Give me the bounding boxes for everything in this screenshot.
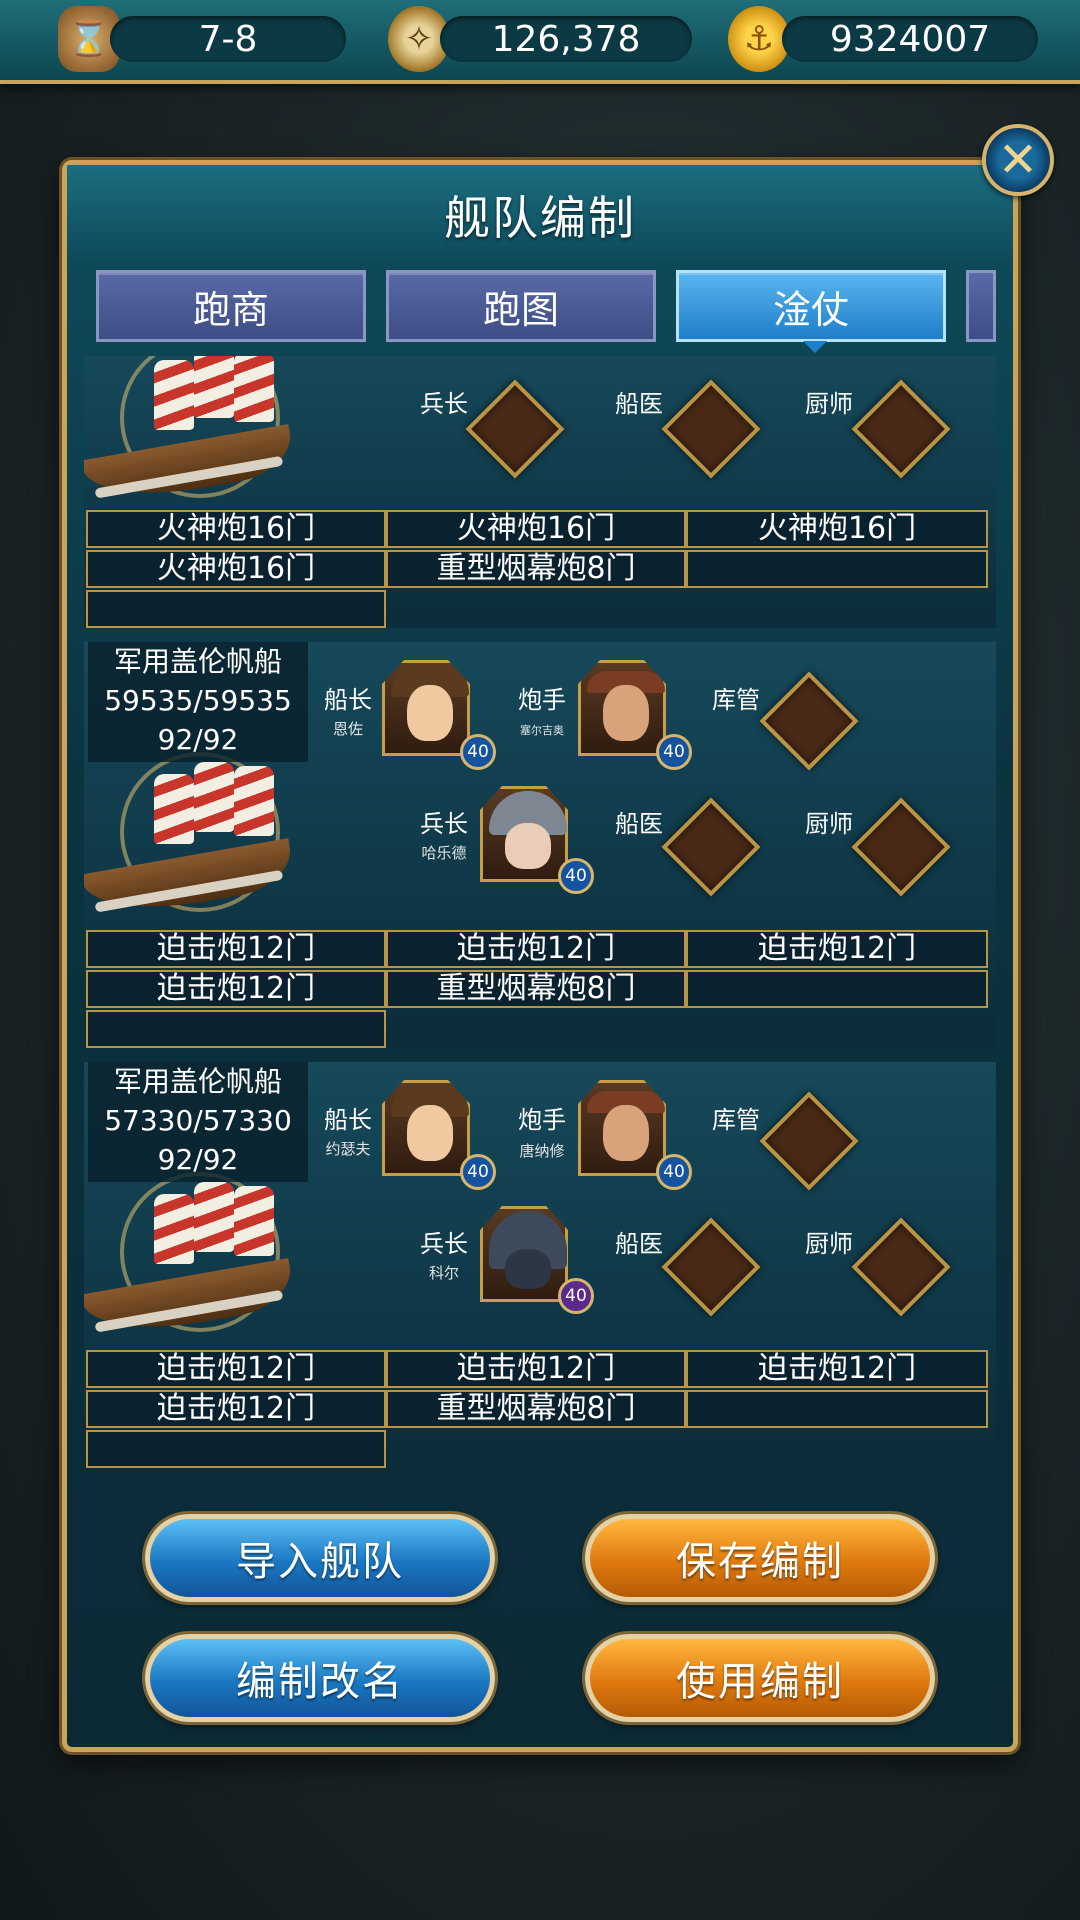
import-fleet-button[interactable]: 导入舰队 bbox=[145, 1514, 495, 1602]
level-badge: 40 bbox=[460, 1154, 496, 1190]
soldier-portrait[interactable] bbox=[480, 786, 568, 882]
ship-crew: 92/92 bbox=[157, 1143, 239, 1176]
cannon-slot[interactable]: 迫击炮12门 bbox=[686, 1350, 988, 1388]
level-badge: 40 bbox=[460, 734, 496, 770]
officer-name: 唐纳修 bbox=[519, 1142, 565, 1160]
cannon-slot[interactable] bbox=[86, 1430, 386, 1468]
tab-battle[interactable]: 淦仗 bbox=[676, 270, 946, 353]
level-badge: 40 bbox=[558, 858, 594, 894]
exploration-value: 126,378 bbox=[491, 18, 641, 60]
officer-name: 哈乐德 bbox=[421, 844, 467, 862]
rename-formation-button[interactable]: 编制改名 bbox=[145, 1634, 495, 1722]
resource-bar: ⌛ 7-8 ✧ 126,378 ⚓ 9324007 bbox=[0, 0, 1080, 84]
dialog-title: 舰队编制 bbox=[67, 165, 1013, 265]
tab-trade[interactable]: 跑商 bbox=[96, 270, 366, 342]
role-label-cook: 厨师 bbox=[805, 810, 853, 838]
gold-display: 9324007 bbox=[782, 16, 1038, 62]
gunner-portrait[interactable] bbox=[578, 660, 666, 756]
role-label-cook: 厨师 bbox=[805, 390, 853, 418]
ship-hp: 57330/57330 bbox=[104, 1104, 292, 1137]
level-badge: 40 bbox=[656, 734, 692, 770]
cannon-slot[interactable]: 重型烟幕炮8门 bbox=[386, 970, 686, 1008]
role-label-cook: 厨师 bbox=[805, 1230, 853, 1258]
cannon-slot[interactable] bbox=[686, 1390, 988, 1428]
cannon-slot[interactable] bbox=[686, 970, 988, 1008]
cannon-slot[interactable]: 迫击炮12门 bbox=[86, 1390, 386, 1428]
role-label-doctor: 船医 bbox=[615, 390, 663, 418]
cannon-slot[interactable]: 迫击炮12门 bbox=[386, 1350, 686, 1388]
cannon-slot[interactable]: 迫击炮12门 bbox=[86, 930, 386, 968]
cannon-slot[interactable] bbox=[86, 1010, 386, 1048]
role-label-gunner: 炮手 bbox=[518, 686, 566, 714]
cannon-slot[interactable]: 火神炮16门 bbox=[686, 510, 988, 548]
ship-info: 军用盖伦帆船 59535/59535 92/92 bbox=[88, 642, 308, 762]
cannon-slot[interactable]: 火神炮16门 bbox=[386, 510, 686, 548]
gunner-portrait[interactable] bbox=[578, 1080, 666, 1176]
cannon-slot[interactable] bbox=[686, 550, 988, 588]
gold-coin-icon: ⚓ bbox=[728, 6, 790, 72]
role-label-captain: 船长 bbox=[324, 686, 372, 714]
cannon-slot[interactable]: 迫击炮12门 bbox=[686, 930, 988, 968]
role-label-gunner: 炮手 bbox=[518, 1106, 566, 1134]
ship-card[interactable]: 兵长 船医 厨师 火神炮16门 火神炮16门 火神炮16门 火神炮16门 重型烟… bbox=[84, 356, 996, 628]
cannon-slot[interactable]: 火神炮16门 bbox=[86, 550, 386, 588]
exploration-display: 126,378 bbox=[440, 16, 692, 62]
save-formation-button[interactable]: 保存编制 bbox=[585, 1514, 935, 1602]
officer-name: 塞尔吉奥 bbox=[520, 724, 564, 737]
role-label-soldier: 兵长 bbox=[420, 1230, 468, 1258]
officer-name: 约瑟夫 bbox=[325, 1140, 371, 1158]
captain-portrait[interactable] bbox=[382, 660, 470, 756]
ship-info: 军用盖伦帆船 57330/57330 92/92 bbox=[88, 1062, 308, 1182]
close-x-icon: ✕ bbox=[997, 132, 1039, 188]
stage-display: 7-8 bbox=[110, 16, 346, 62]
ship-crew: 92/92 bbox=[157, 723, 239, 756]
ship-name: 军用盖伦帆船 bbox=[113, 1065, 282, 1098]
cannon-slot[interactable] bbox=[86, 590, 386, 628]
cannon-slot[interactable]: 火神炮16门 bbox=[86, 510, 386, 548]
ship-name: 军用盖伦帆船 bbox=[113, 645, 282, 678]
role-label-storekeeper: 库管 bbox=[712, 1106, 760, 1134]
cannon-slot[interactable]: 迫击炮12门 bbox=[86, 1350, 386, 1388]
fleet-list[interactable]: 兵长 船医 厨师 火神炮16门 火神炮16门 火神炮16门 火神炮16门 重型烟… bbox=[84, 356, 996, 1478]
close-button[interactable]: ✕ bbox=[982, 124, 1054, 196]
tab-explore[interactable]: 跑图 bbox=[386, 270, 656, 342]
role-label-storekeeper: 库管 bbox=[712, 686, 760, 714]
soldier-portrait[interactable] bbox=[480, 1206, 568, 1302]
role-label-soldier: 兵长 bbox=[420, 390, 468, 418]
officer-name: 科尔 bbox=[428, 1264, 459, 1282]
ship-card[interactable]: 军用盖伦帆船 57330/57330 92/92 船长 约瑟夫 40 炮手 唐纳… bbox=[84, 1062, 996, 1468]
officer-name: 恩佐 bbox=[332, 720, 363, 738]
role-label-soldier: 兵长 bbox=[420, 810, 468, 838]
use-formation-button[interactable]: 使用编制 bbox=[585, 1634, 935, 1722]
formation-tabs: 跑商 跑图 淦仗 bbox=[96, 270, 996, 353]
role-label-captain: 船长 bbox=[324, 1106, 372, 1134]
role-label-doctor: 船医 bbox=[615, 1230, 663, 1258]
role-label-doctor: 船医 bbox=[615, 810, 663, 838]
cannon-slot[interactable]: 迫击炮12门 bbox=[86, 970, 386, 1008]
captain-portrait[interactable] bbox=[382, 1080, 470, 1176]
ship-image bbox=[84, 356, 304, 508]
level-badge: 40 bbox=[656, 1154, 692, 1190]
cannon-slot[interactable]: 重型烟幕炮8门 bbox=[386, 550, 686, 588]
ship-image bbox=[84, 752, 304, 922]
ship-hp: 59535/59535 bbox=[104, 684, 292, 717]
stage-value: 7-8 bbox=[198, 18, 258, 60]
gold-value: 9324007 bbox=[829, 18, 991, 60]
tab-more[interactable] bbox=[966, 270, 996, 342]
cannon-slot[interactable]: 重型烟幕炮8门 bbox=[386, 1390, 686, 1428]
level-badge: 40 bbox=[558, 1278, 594, 1314]
ship-image bbox=[84, 1172, 304, 1342]
cannon-slot[interactable]: 迫击炮12门 bbox=[386, 930, 686, 968]
ship-card[interactable]: 军用盖伦帆船 59535/59535 92/92 船长 恩佐 40 炮手 塞尔吉… bbox=[84, 642, 996, 1048]
